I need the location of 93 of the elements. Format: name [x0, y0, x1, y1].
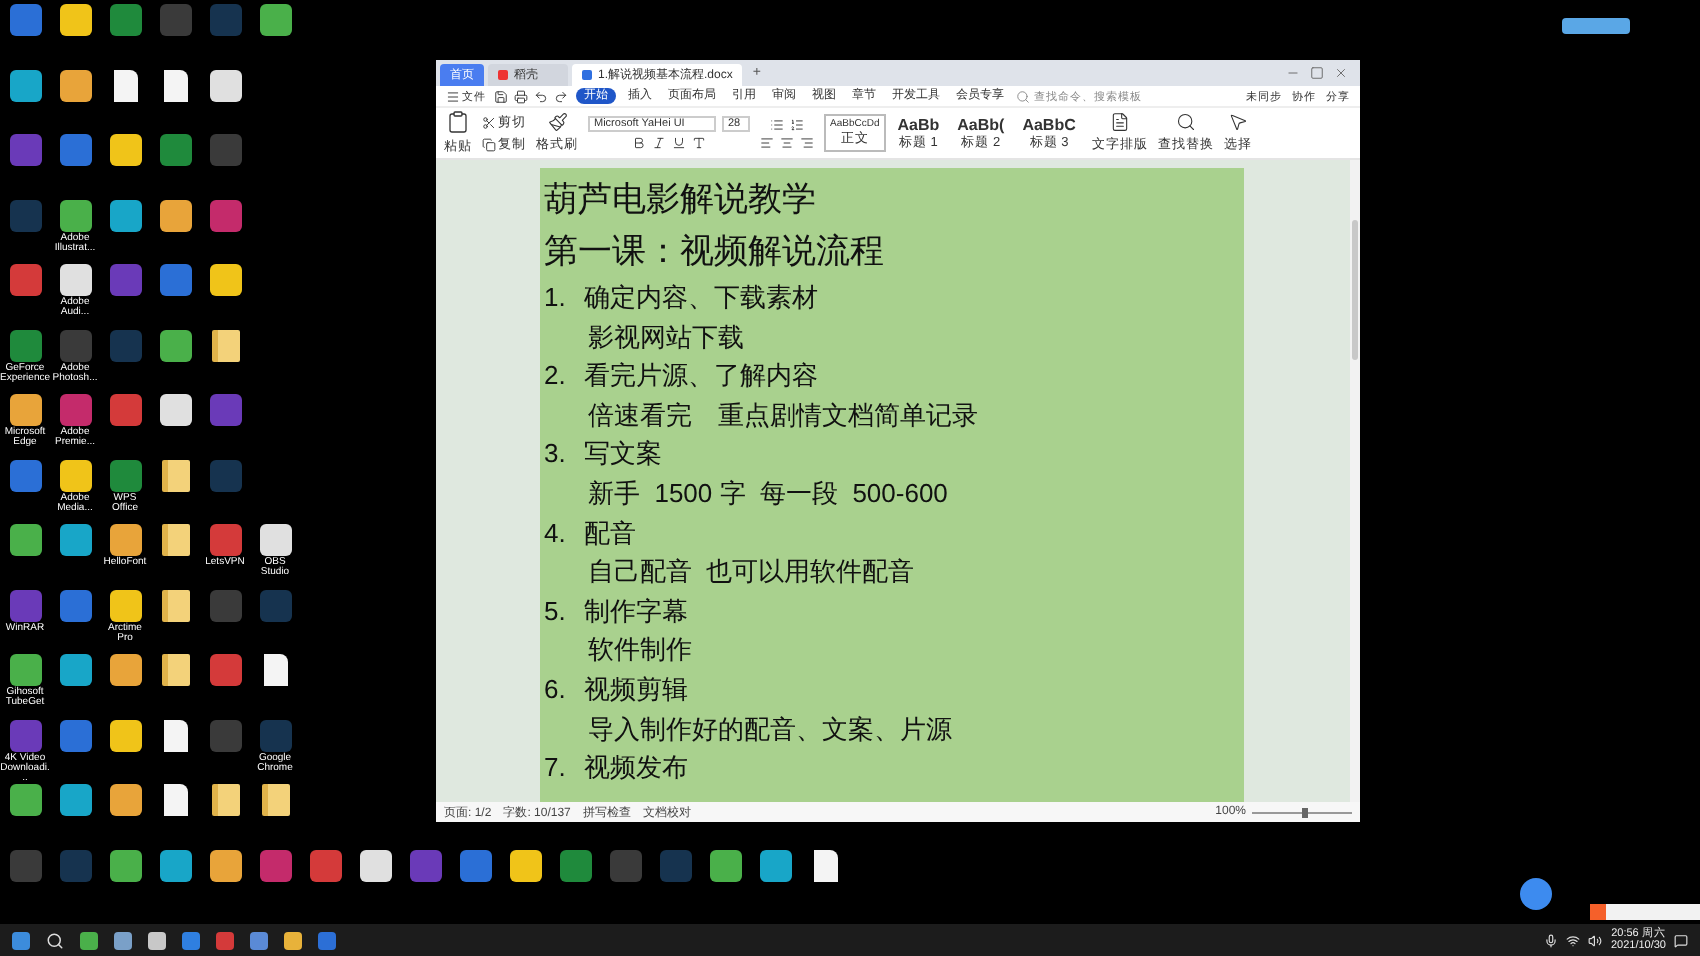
list-item-text: 视频剪辑: [583, 671, 688, 708]
app-icon[interactable]: [59, 459, 91, 491]
app-icon[interactable]: [9, 524, 41, 556]
brush-icon[interactable]: [547, 112, 567, 132]
app-icon[interactable]: [159, 329, 191, 361]
list-number: 7.: [544, 750, 566, 787]
underline-icon[interactable]: [672, 136, 686, 150]
app-icon[interactable]: [109, 849, 141, 881]
folder-icon[interactable]: [161, 654, 189, 686]
app-icon[interactable]: [109, 524, 141, 556]
folder-icon[interactable]: [211, 329, 239, 361]
align-left-icon[interactable]: [760, 135, 774, 149]
note-text: 影视网站下载: [586, 319, 746, 356]
redo-icon[interactable]: [554, 89, 568, 103]
search-icon: [1016, 89, 1030, 103]
app-icon[interactable]: [209, 849, 241, 881]
app-icon[interactable]: [259, 524, 291, 556]
maximize-icon[interactable]: [1310, 66, 1324, 80]
app-icon[interactable]: [109, 199, 141, 231]
app-icon[interactable]: [9, 784, 41, 816]
app-icon[interactable]: [59, 199, 91, 231]
scrollbar-thumb[interactable]: [1352, 220, 1358, 360]
app-icon[interactable]: [759, 849, 791, 881]
list-number: 1.: [544, 280, 566, 316]
document-heading: 葫芦电影解说教学: [544, 178, 818, 222]
app-icon[interactable]: [59, 4, 91, 36]
align-center-icon[interactable]: [780, 135, 794, 149]
list-item-text: 看完片源、了解内容: [583, 358, 818, 395]
zoom-thumb[interactable]: [1302, 807, 1308, 817]
bold-icon[interactable]: [632, 136, 646, 150]
wifi-icon[interactable]: [1566, 933, 1581, 947]
list-item-text: 写文案: [583, 436, 662, 473]
app-icon[interactable]: [109, 784, 141, 816]
folder-icon[interactable]: [161, 524, 189, 556]
close-icon[interactable]: [1334, 66, 1348, 80]
app-icon[interactable]: [359, 849, 391, 881]
app-icon[interactable]: [209, 264, 241, 296]
app-icon[interactable]: [109, 589, 141, 621]
floating-button[interactable]: [1520, 878, 1552, 910]
copy-icon: [482, 137, 496, 151]
app-icon[interactable]: [259, 4, 291, 36]
app-icon[interactable]: [109, 134, 141, 166]
note-text: 导入制作好的配音、文案、片源: [586, 711, 954, 748]
list-item-text: 制作字幕: [583, 593, 688, 630]
folder-icon[interactable]: [161, 589, 189, 621]
notification-icon[interactable]: [1674, 933, 1688, 947]
cut-icon: [482, 115, 496, 129]
list-item-text: 确定内容、下载素材: [583, 280, 818, 316]
list-number: 3.: [544, 436, 566, 473]
save-icon[interactable]: [494, 89, 508, 103]
bullet-list-icon[interactable]: [770, 117, 784, 131]
app-icon[interactable]: [509, 849, 541, 881]
app-icon[interactable]: [159, 394, 191, 426]
folder-icon[interactable]: [161, 459, 189, 491]
app-icon[interactable]: [159, 199, 191, 231]
print-icon[interactable]: [514, 89, 528, 103]
app-icon[interactable]: [59, 69, 91, 101]
app-icon[interactable]: [109, 719, 141, 751]
search-icon[interactable]: [1175, 112, 1196, 132]
list-number: 5.: [544, 593, 566, 630]
list-number: 4.: [544, 515, 566, 552]
note-text: 软件制作: [586, 632, 694, 669]
app-icon[interactable]: [9, 654, 41, 686]
italic-icon[interactable]: [652, 136, 666, 150]
undo-icon[interactable]: [534, 89, 548, 103]
app-icon[interactable]: [59, 784, 91, 816]
list-item-text: 配音: [583, 515, 636, 552]
note-text: 自己配音 也可以用软件配音: [586, 554, 917, 591]
align-right-icon[interactable]: [800, 135, 814, 149]
folder-icon[interactable]: [261, 784, 289, 816]
list-number: 2.: [544, 358, 566, 395]
start-icon[interactable]: [12, 931, 30, 949]
document-heading: 第一课：视频解说流程: [544, 230, 886, 274]
note-text: 新手 1500 字 每一段 500-600: [586, 475, 950, 512]
menu-icon: [446, 89, 460, 103]
app-icon[interactable]: [9, 394, 41, 426]
app-icon[interactable]: [9, 69, 41, 101]
app-icon[interactable]: [59, 524, 91, 556]
volume-icon[interactable]: [1588, 933, 1603, 947]
list-item-text: 视频发布: [583, 750, 688, 787]
app-icon[interactable]: [209, 69, 241, 101]
list-number: 6.: [544, 671, 566, 708]
app-icon[interactable]: [109, 654, 141, 686]
folder-icon[interactable]: [211, 784, 239, 816]
paste-icon[interactable]: [446, 110, 470, 134]
app-icon[interactable]: [709, 849, 741, 881]
note-text: 倍速看完 重点剧情文档简单记录: [586, 397, 980, 434]
microphone-icon[interactable]: [1544, 933, 1559, 947]
app-icon[interactable]: [59, 264, 91, 296]
app-icon[interactable]: [59, 654, 91, 686]
pointer-icon[interactable]: [1227, 112, 1248, 132]
numbered-list-icon[interactable]: [790, 117, 804, 131]
app-icon[interactable]: [159, 849, 191, 881]
